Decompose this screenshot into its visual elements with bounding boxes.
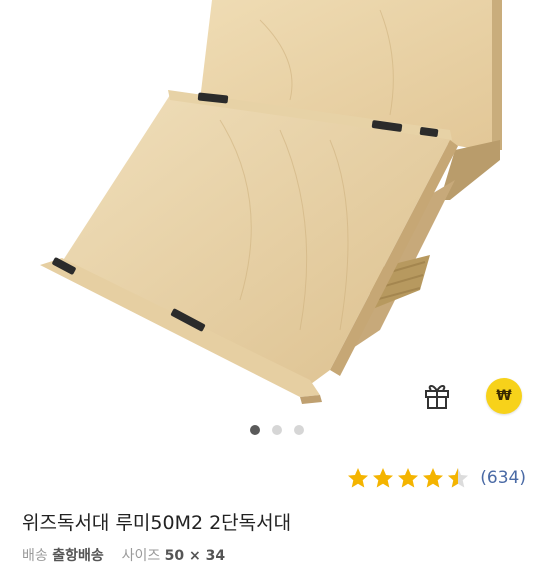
gift-icon (425, 385, 449, 409)
star-icon (423, 468, 444, 488)
rating-row[interactable]: (634) (346, 466, 526, 490)
won-coin-button[interactable]: ₩ (486, 378, 522, 414)
star-icon (398, 468, 419, 488)
product-title: 위즈독서대 루미50M2 2단독서대 (22, 512, 292, 534)
star-icon (348, 468, 369, 488)
pager-dot-3[interactable] (294, 425, 304, 435)
review-count[interactable]: (634) (480, 468, 526, 488)
image-pager (0, 425, 554, 435)
star-rating (346, 466, 470, 490)
product-image[interactable] (0, 0, 554, 420)
info-label-2: 사이즈 (121, 548, 161, 564)
pager-dot-2[interactable] (272, 425, 282, 435)
info-label-1: 배송 (22, 548, 48, 564)
info-value-2: 50 × 34 (164, 548, 226, 564)
star-icon (373, 468, 394, 488)
info-value-1: 출항배송 (52, 548, 104, 564)
star-half-icon (448, 468, 469, 488)
gift-button[interactable] (420, 378, 454, 412)
won-coin-icon: ₩ (496, 388, 512, 404)
pager-dot-1[interactable] (250, 425, 260, 435)
product-info-row: 배송 출항배송 사이즈 50 × 34 (22, 545, 225, 565)
